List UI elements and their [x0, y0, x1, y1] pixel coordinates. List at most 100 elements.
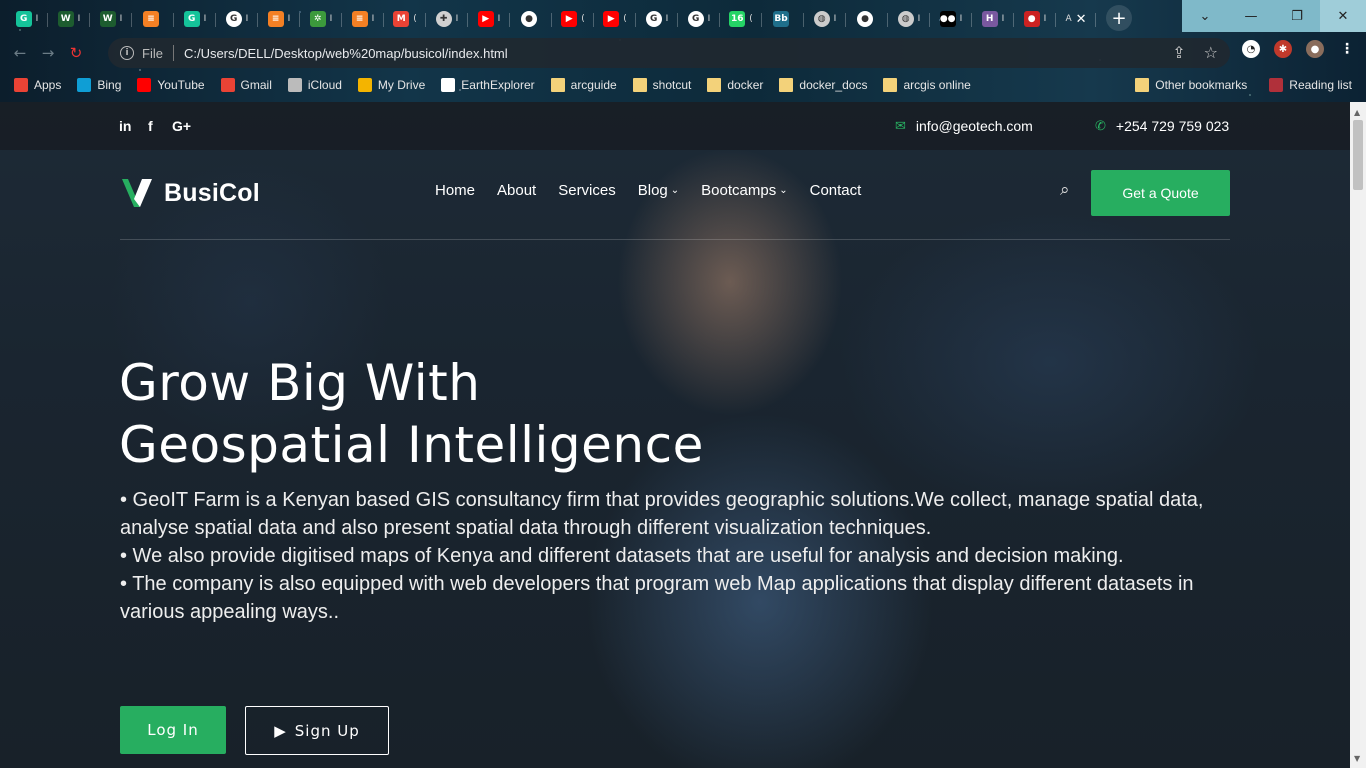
browser-tab[interactable]: WI: [48, 5, 90, 33]
medium-icon: ●●: [939, 11, 956, 27]
bookmark-item[interactable]: Apps: [14, 78, 61, 92]
main-navbar: BusiCol Home About Services Blog ⌄ Bootcamps ⌄…: [120, 170, 1230, 240]
bookmark-label: Other bookmarks: [1155, 78, 1248, 92]
bookmark-item[interactable]: docker_docs: [779, 78, 867, 92]
stackoverflow-icon: ≡: [267, 11, 284, 27]
reload-button[interactable]: ↻: [62, 39, 90, 67]
browser-tab[interactable]: ≡: [132, 5, 174, 33]
nav-item-blog[interactable]: Blog ⌄: [638, 182, 679, 199]
browser-tab[interactable]: ≡ I: [258, 5, 300, 33]
nav-menu: Home About Services Blog ⌄ Bootcamps ⌄ Contact: [435, 182, 861, 199]
nav-item-label: About: [497, 182, 537, 199]
facebook-icon[interactable]: f: [148, 118, 153, 134]
browser-tab[interactable]: GI: [174, 5, 216, 33]
browser-tab[interactable]: GI: [216, 5, 258, 33]
bookmark-item[interactable]: Other bookmarks: [1135, 78, 1247, 92]
tab-title: I: [665, 14, 669, 24]
site-logo[interactable]: BusiCol: [120, 177, 260, 209]
browser-tab[interactable]: GI: [6, 5, 48, 33]
bookmark-item[interactable]: Reading list: [1269, 78, 1352, 92]
login-button[interactable]: Log In: [120, 706, 226, 754]
extension-icon[interactable]: ◔: [1242, 40, 1260, 58]
scroll-up-arrow-icon[interactable]: ▲: [1354, 108, 1360, 117]
share-icon[interactable]: ⇪: [1172, 43, 1185, 62]
get-quote-button[interactable]: Get a Quote: [1091, 170, 1230, 216]
tab-search-button[interactable]: ⌄: [1182, 0, 1228, 32]
web-page: in f G+ ✉ info@geotech.com ✆ +254 729 75…: [0, 102, 1350, 768]
tab-title: I: [455, 14, 459, 24]
nav-item-contact[interactable]: Contact: [810, 182, 862, 199]
bookmark-item[interactable]: arcguide: [550, 78, 617, 92]
search-icon[interactable]: ⌕: [1060, 180, 1070, 200]
site-info-icon[interactable]: i: [120, 46, 134, 60]
bookmark-item[interactable]: My Drive: [357, 78, 425, 92]
nav-item-home[interactable]: Home: [435, 182, 475, 199]
page-scrollbar[interactable]: ▲ ▼: [1350, 102, 1366, 768]
bookmark-item[interactable]: iCloud: [287, 78, 342, 92]
bookmark-item[interactable]: docker: [707, 78, 763, 92]
minimize-button[interactable]: —: [1228, 0, 1274, 32]
scroll-down-arrow-icon[interactable]: ▼: [1354, 754, 1360, 763]
browser-tab[interactable]: WI: [90, 5, 132, 33]
url-text[interactable]: C:/Users/DELL/Desktop/web%20map/busicol/…: [184, 46, 508, 61]
nav-item-about[interactable]: About: [497, 182, 536, 199]
phone-contact[interactable]: ✆ +254 729 759 023: [1095, 118, 1229, 134]
bookmark-item[interactable]: YouTube: [137, 78, 205, 92]
signup-button[interactable]: ▶ Sign Up: [245, 706, 389, 755]
browser-tab[interactable]: ▶(: [552, 5, 594, 33]
new-tab-button[interactable]: +: [1106, 5, 1132, 31]
busicol-logo-icon: [122, 179, 152, 207]
active-tab[interactable]: A ✕: [1056, 5, 1096, 33]
linkedin-icon[interactable]: in: [119, 118, 131, 134]
bookmark-star-icon[interactable]: ☆: [1204, 43, 1218, 62]
bookmark-label: shotcut: [652, 78, 692, 92]
browser-tab[interactable]: ●: [846, 5, 888, 33]
phone-text[interactable]: +254 729 759 023: [1116, 118, 1229, 134]
browser-tab[interactable]: ●: [510, 5, 552, 33]
profile-avatar[interactable]: ●: [1306, 40, 1324, 58]
email-text[interactable]: info@geotech.com: [916, 118, 1033, 134]
bookmark-item[interactable]: arcgis online: [883, 78, 971, 92]
browser-tab[interactable]: ≡ I: [342, 5, 384, 33]
browser-tab[interactable]: ● I: [1014, 5, 1056, 33]
browser-tab[interactable]: ✚ I: [426, 5, 468, 33]
browser-tab[interactable]: ▶(: [594, 5, 636, 33]
grammarly-icon: G: [183, 11, 200, 27]
scroll-thumb[interactable]: [1353, 120, 1363, 190]
bookmark-item[interactable]: shotcut: [632, 78, 692, 92]
reading-list-icon: [1269, 78, 1284, 92]
browser-tab[interactable]: GI: [678, 5, 720, 33]
restore-button[interactable]: ❐: [1274, 0, 1320, 32]
url-scheme: File: [142, 45, 163, 61]
bookmark-item[interactable]: Bing: [77, 78, 121, 92]
bookmark-item[interactable]: Gmail: [220, 78, 272, 92]
browser-tab[interactable]: ●● I: [930, 5, 972, 33]
browser-tab[interactable]: ◍ I: [888, 5, 930, 33]
nav-item-label: Home: [435, 182, 476, 199]
browser-tab[interactable]: ✲ I: [300, 5, 342, 33]
browser-tab[interactable]: GI: [636, 5, 678, 33]
back-button[interactable]: ←: [6, 39, 34, 67]
browser-tab[interactable]: HI: [972, 5, 1014, 33]
google-plus-icon[interactable]: G+: [172, 118, 191, 134]
nav-item-services[interactable]: Services: [558, 182, 616, 199]
browser-menu-icon[interactable]: ⋮: [1338, 40, 1356, 58]
close-window-button[interactable]: ✕: [1320, 0, 1366, 32]
browser-tab[interactable]: Bb: [762, 5, 804, 33]
nav-item-bootcamps[interactable]: Bootcamps ⌄: [701, 182, 787, 199]
address-bar[interactable]: i File C:/Users/DELL/Desktop/web%20map/b…: [108, 38, 1230, 68]
puzzle-extension-icon[interactable]: ✱: [1274, 40, 1292, 58]
browser-tab[interactable]: ▶ I: [468, 5, 510, 33]
bookmark-label: Bing: [97, 78, 122, 92]
forward-button[interactable]: →: [34, 39, 62, 67]
browser-tab[interactable]: ◍ I: [804, 5, 846, 33]
email-contact[interactable]: ✉ info@geotech.com: [895, 118, 1033, 134]
omnibox-actions: ⇪ ☆: [1172, 43, 1218, 62]
google-icon: G: [645, 11, 662, 27]
signup-label: Sign Up: [294, 721, 360, 740]
close-tab-icon[interactable]: ✕: [1076, 12, 1087, 27]
browser-tab[interactable]: M(: [384, 5, 426, 33]
browser-tab[interactable]: 16(: [720, 5, 762, 33]
hero-description: • GeoIT Farm is a Kenyan based GIS consu…: [120, 486, 1230, 626]
bookmark-item[interactable]: EarthExplorer: [441, 78, 535, 92]
